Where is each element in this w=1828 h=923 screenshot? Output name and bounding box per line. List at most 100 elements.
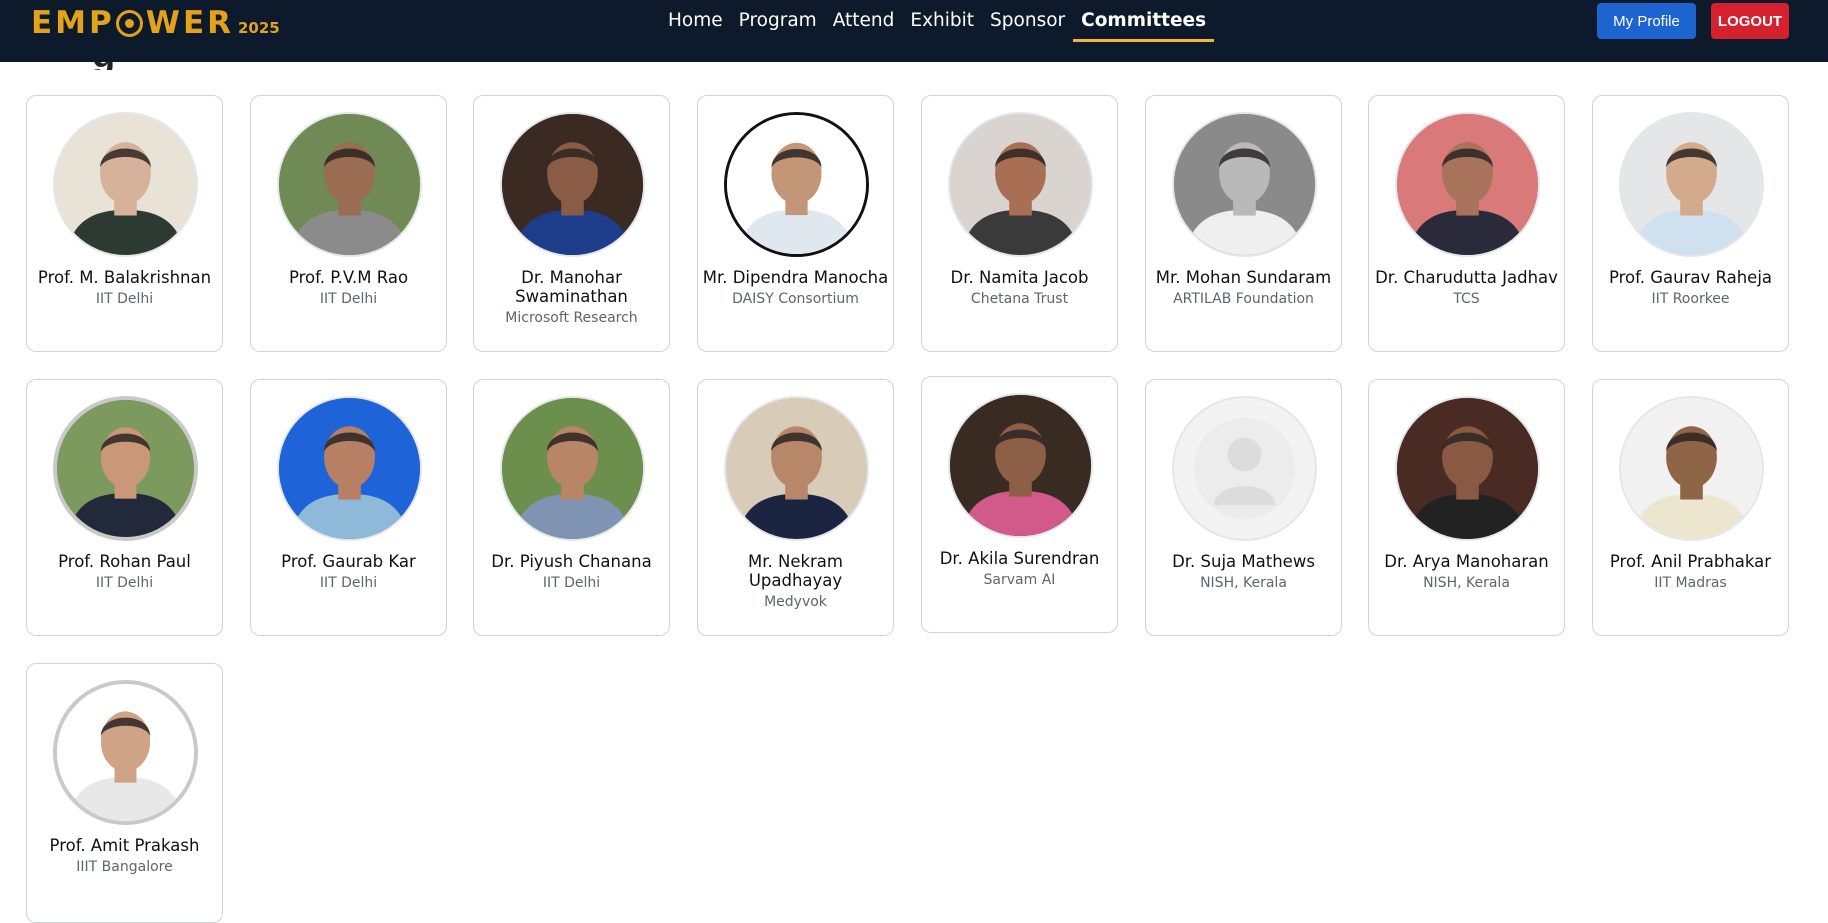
member-photo <box>500 396 645 541</box>
member-name: Prof. P.V.M Rao <box>288 268 409 287</box>
member-photo <box>948 393 1093 538</box>
user-placeholder-icon <box>1193 417 1296 520</box>
member-affiliation: ARTILAB Foundation <box>1173 291 1314 307</box>
member-photo <box>1619 112 1764 257</box>
nav-home[interactable]: Home <box>660 8 731 42</box>
member-photo <box>1619 396 1764 541</box>
member-name: Dr. Arya Manoharan <box>1384 552 1549 571</box>
member-card[interactable]: Mr. Mohan Sundaram ARTILAB Foundation <box>1145 95 1342 352</box>
member-photo <box>1395 396 1540 541</box>
nav-committees[interactable]: Committees <box>1073 8 1215 42</box>
member-photo <box>724 396 869 541</box>
member-affiliation: Microsoft Research <box>505 310 638 326</box>
member-photo <box>724 112 869 257</box>
member-affiliation: IIT Delhi <box>542 575 601 591</box>
member-card[interactable]: Prof. Anil Prabhakar IIT Madras <box>1592 379 1789 636</box>
member-affiliation: IIT Roorkee <box>1651 291 1730 307</box>
member-name: Mr. Mohan Sundaram <box>1155 268 1332 287</box>
member-name: Dr. Manohar Swaminathan <box>515 268 628 306</box>
main-nav: Home Program Attend Exhibit Sponsor Comm… <box>660 8 1215 42</box>
empower-logo[interactable]: EMP WER 2025 <box>31 5 280 41</box>
member-name: Dr. Piyush Chanana <box>491 552 652 571</box>
member-card[interactable]: Mr. Dipendra Manocha DAISY Consortium <box>697 95 894 352</box>
member-photo <box>53 396 198 541</box>
portrait-icon <box>726 398 867 539</box>
portrait-icon <box>502 398 643 539</box>
member-name: Prof. Gaurav Raheja <box>1608 268 1773 287</box>
member-affiliation: IIT Delhi <box>319 575 378 591</box>
member-card[interactable]: Dr. Piyush Chanana IIT Delhi <box>473 379 670 636</box>
top-navbar: EMP WER 2025 Home Program Attend Exhibit … <box>0 0 1828 62</box>
member-name: Dr. Akila Surendran <box>939 549 1100 568</box>
portrait-icon <box>1397 398 1538 539</box>
portrait-icon <box>279 114 420 255</box>
nav-program[interactable]: Program <box>731 8 825 42</box>
logo-text-wer: WER <box>145 5 234 41</box>
member-name: Prof. Rohan Paul <box>58 552 191 571</box>
portrait-icon <box>727 115 866 254</box>
member-photo <box>500 112 645 257</box>
portrait-icon <box>502 114 643 255</box>
member-affiliation: NISH, Kerala <box>1423 575 1510 591</box>
member-affiliation: IIT Madras <box>1654 575 1727 591</box>
portrait-icon <box>950 114 1091 255</box>
logout-button[interactable]: LOGOUT <box>1711 3 1789 39</box>
member-photo <box>277 396 422 541</box>
member-affiliation: NISH, Kerala <box>1200 575 1287 591</box>
nav-sponsor[interactable]: Sponsor <box>982 8 1073 42</box>
portrait-icon <box>57 684 194 821</box>
member-name: Mr. Dipendra Manocha <box>702 268 889 287</box>
member-photo <box>53 680 198 825</box>
member-name: Prof. Anil Prabhakar <box>1609 552 1772 571</box>
member-card[interactable]: Prof. M. Balakrishnan IIT Delhi <box>26 95 223 352</box>
member-photo <box>277 112 422 257</box>
logo-text-em: EMP <box>31 5 115 41</box>
member-affiliation: IIT Delhi <box>319 291 378 307</box>
member-card[interactable]: Prof. Gaurab Kar IIT Delhi <box>250 379 447 636</box>
member-name: Prof. Gaurab Kar <box>281 552 416 571</box>
member-photo <box>948 112 1093 257</box>
member-card[interactable]: Prof. P.V.M Rao IIT Delhi <box>250 95 447 352</box>
portrait-icon <box>1397 114 1538 255</box>
portrait-icon <box>279 398 420 539</box>
member-affiliation: IIT Delhi <box>95 291 154 307</box>
member-card[interactable]: Dr. Namita Jacob Chetana Trust <box>921 95 1118 352</box>
portrait-icon <box>55 114 196 255</box>
member-photo <box>1395 112 1540 257</box>
portrait-icon <box>1621 114 1762 255</box>
member-card[interactable]: Dr. Akila Surendran Sarvam AI <box>921 376 1118 633</box>
member-affiliation: IIT Delhi <box>95 575 154 591</box>
member-affiliation: Medyvok <box>764 594 827 610</box>
portrait-icon <box>1621 398 1762 539</box>
nav-exhibit[interactable]: Exhibit <box>902 8 982 42</box>
member-name: Prof. M. Balakrishnan <box>37 268 212 287</box>
member-card[interactable]: Dr. Manohar Swaminathan Microsoft Researc… <box>473 95 670 352</box>
member-name: Mr. Nekram Upadhayay <box>747 552 843 590</box>
member-card[interactable]: Dr. Suja Mathews NISH, Kerala <box>1145 379 1342 636</box>
logo-globe-icon <box>115 9 143 37</box>
member-affiliation: Chetana Trust <box>970 291 1069 307</box>
member-card[interactable]: Mr. Nekram Upadhayay Medyvok <box>697 379 894 636</box>
member-card[interactable]: Dr. Arya Manoharan NISH, Kerala <box>1368 379 1565 636</box>
member-card[interactable]: Prof. Rohan Paul IIT Delhi <box>26 379 223 636</box>
member-affiliation: DAISY Consortium <box>732 291 859 307</box>
my-profile-button[interactable]: My Profile <box>1597 3 1696 39</box>
member-card[interactable]: Dr. Charudutta Jadhav TCS <box>1368 95 1565 352</box>
member-photo <box>53 112 198 257</box>
member-card[interactable]: Prof. Gaurav Raheja IIT Roorkee <box>1592 95 1789 352</box>
portrait-icon <box>1174 114 1315 255</box>
portrait-icon <box>950 395 1091 536</box>
member-photo <box>1172 112 1317 257</box>
logo-wordmark: EMP WER <box>31 5 234 41</box>
member-card[interactable]: Prof. Amit Prakash IIIT Bangalore <box>26 663 223 923</box>
member-name: Dr. Charudutta Jadhav <box>1375 268 1558 287</box>
member-name: Dr. Suja Mathews <box>1172 552 1315 571</box>
member-name: Dr. Namita Jacob <box>950 268 1089 287</box>
member-affiliation: Sarvam AI <box>983 572 1056 588</box>
avatar-placeholder <box>1172 396 1317 541</box>
nav-attend[interactable]: Attend <box>825 8 903 42</box>
member-affiliation: IIIT Bangalore <box>76 859 173 875</box>
logo-year: 2025 <box>238 19 280 37</box>
member-affiliation: TCS <box>1453 291 1480 307</box>
portrait-icon <box>57 400 194 537</box>
